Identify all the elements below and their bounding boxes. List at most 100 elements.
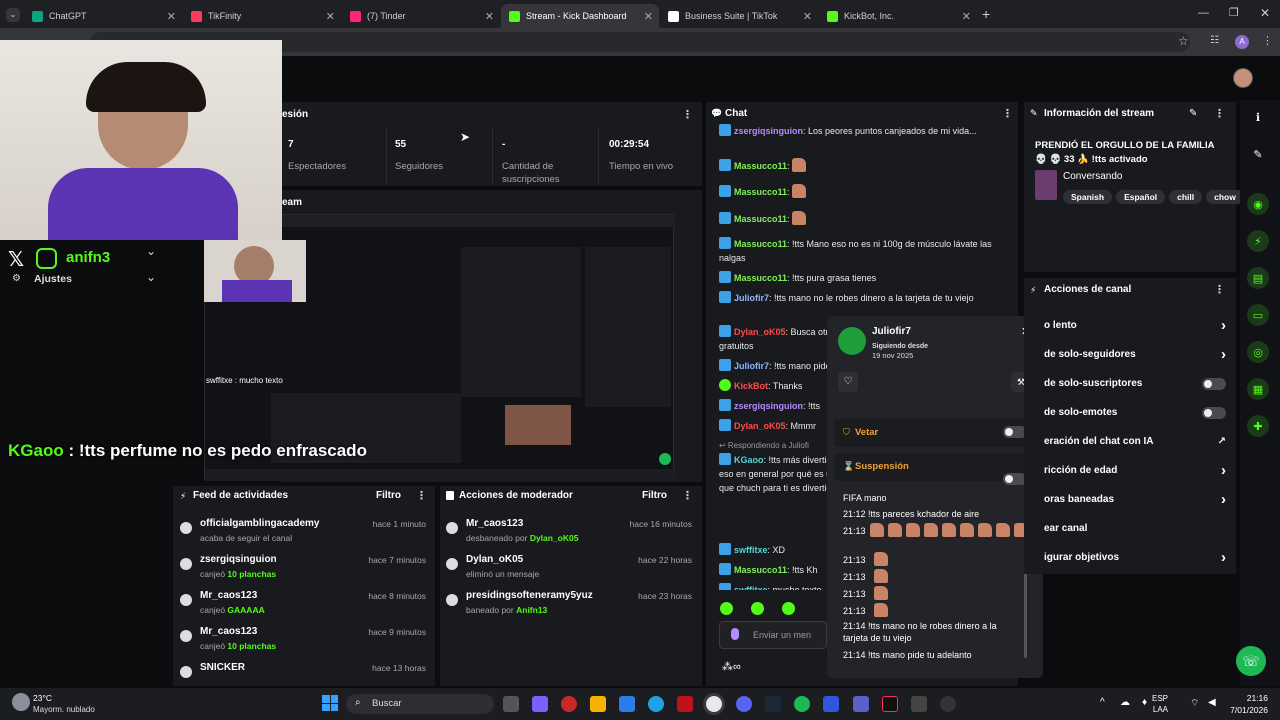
tab-close-icon[interactable]: ✕ (644, 10, 659, 23)
lightning-icon[interactable]: ⚡ (1247, 230, 1269, 252)
tab-close-icon[interactable]: ✕ (962, 10, 977, 23)
chat-icon[interactable]: ▭ (1247, 304, 1269, 326)
tab-close-icon[interactable]: ✕ (326, 10, 341, 23)
stats-menu-icon[interactable]: ⋮ (682, 108, 693, 121)
channel-action-item[interactable]: de solo-emotes (1044, 398, 1236, 427)
steam-icon[interactable] (765, 696, 781, 712)
camera-icon[interactable]: ◉ (1247, 193, 1269, 215)
chevron-right-icon[interactable]: › (1221, 346, 1226, 363)
tab-close-icon[interactable]: ✕ (485, 10, 500, 23)
chevron-down-icon[interactable]: ⌄ (146, 270, 156, 284)
browser-tab[interactable]: Stream - Kick Dashboard ✕ (501, 4, 659, 28)
app-icon[interactable] (911, 696, 927, 712)
browser-tab[interactable]: (7) Tinder ✕ (342, 4, 500, 28)
chat-username[interactable]: Juliofir7 (734, 361, 769, 371)
pencil-icon[interactable]: ✎ (1247, 143, 1269, 165)
obs-icon[interactable] (940, 696, 956, 712)
app-icon[interactable] (677, 696, 693, 712)
chat-username[interactable]: KGaoo (734, 455, 764, 465)
channel-action-toggle[interactable] (1202, 406, 1226, 419)
maximize-icon[interactable]: ❐ (1229, 6, 1239, 19)
chat-username[interactable]: zsergiqsinguion (734, 401, 803, 411)
mod-menu-icon[interactable]: ⋮ (682, 489, 693, 502)
chat-username[interactable]: swffitxe (734, 545, 768, 555)
stream-info-menu-icon[interactable]: ⋮ (1214, 107, 1225, 120)
emote-icon[interactable] (782, 602, 795, 615)
minimize-icon[interactable]: — (1198, 7, 1209, 19)
chat-username[interactable]: swffitxe (734, 585, 768, 590)
channel-action-item[interactable]: eración del chat con IA ↗ (1044, 427, 1236, 456)
browser-tab[interactable]: ChatGPT ✕ (24, 4, 182, 28)
task-view-icon[interactable] (503, 696, 519, 712)
tab-search-chevron-icon[interactable]: ⌄ (6, 8, 20, 22)
emote-icon[interactable] (720, 602, 733, 615)
chat-username[interactable]: Massucco11 (734, 273, 787, 283)
bookmark-star-icon[interactable]: ☆ (1178, 34, 1189, 48)
tab-close-icon[interactable]: ✕ (803, 10, 818, 23)
chat-username[interactable]: Dylan_oK05 (734, 421, 786, 431)
chat-username[interactable]: Massucco11 (734, 161, 787, 171)
profile-avatar[interactable]: A (1235, 35, 1249, 49)
spotify-icon[interactable] (794, 696, 810, 712)
chat-username[interactable]: KickBot (734, 381, 768, 391)
chat-username[interactable]: Dylan_oK05 (734, 327, 786, 337)
edge-icon[interactable] (648, 696, 664, 712)
copilot-icon[interactable] (532, 696, 548, 712)
emote-icon[interactable] (751, 602, 764, 615)
browser-tab[interactable]: Business Suite | TikTok ✕ (660, 4, 818, 28)
heart-icon[interactable]: ♡ (838, 372, 858, 392)
lang-top[interactable]: ESP (1138, 694, 1168, 703)
chevron-right-icon[interactable]: › (1221, 549, 1226, 566)
settings-label[interactable]: Ajustes (34, 273, 72, 285)
chat-username[interactable]: Massucco11 (734, 187, 787, 197)
channel-action-item[interactable]: igurar objetivos › (1044, 543, 1236, 572)
discord-icon[interactable] (736, 696, 752, 712)
file-explorer-icon[interactable] (590, 696, 606, 712)
channel-action-item[interactable]: ear canal (1044, 514, 1236, 543)
chat-username[interactable]: Massucco11 (734, 239, 787, 249)
teams-icon[interactable] (853, 696, 869, 712)
wifi-icon[interactable]: ⌔ (1190, 697, 1199, 710)
browser-menu-icon[interactable]: ⋮ (1262, 34, 1273, 47)
tiktok-icon[interactable] (882, 696, 898, 712)
wrench-icon[interactable]: ✚ (1247, 415, 1269, 437)
feed-menu-icon[interactable]: ⋮ (416, 489, 427, 502)
chat-username[interactable]: Massucco11 (734, 565, 787, 575)
channel-action-toggle[interactable] (1202, 377, 1226, 390)
broadcast-icon[interactable]: ◎ (1247, 341, 1269, 363)
channel-action-item[interactable]: oras baneadas › (1044, 485, 1236, 514)
chevron-up-icon[interactable]: ^ (1100, 697, 1105, 708)
chevron-down-icon[interactable]: ⌄ (146, 244, 156, 258)
channel-action-item[interactable]: o lento › (1044, 311, 1236, 340)
new-tab-plus-icon[interactable]: + (982, 6, 990, 22)
app-icon[interactable] (823, 696, 839, 712)
external-link-icon[interactable]: ↗ (1218, 436, 1226, 447)
clock-time[interactable]: 21:16 (1228, 693, 1268, 703)
chrome-icon[interactable] (706, 696, 722, 712)
mod-filter-button[interactable]: Filtro (642, 490, 667, 501)
channel-actions-menu-icon[interactable]: ⋮ (1214, 283, 1225, 296)
network-icon[interactable]: ☁ (1120, 697, 1130, 708)
chevron-right-icon[interactable]: › (1221, 462, 1226, 479)
browser-tab[interactable]: TikFinity ✕ (183, 4, 341, 28)
app-icon[interactable] (561, 696, 577, 712)
taskbar-search[interactable] (346, 694, 494, 714)
info-icon[interactable]: ℹ (1247, 106, 1269, 128)
browser-tab[interactable]: KickBot, Inc. ✕ (819, 4, 977, 28)
channel-action-item[interactable]: de solo-suscriptores (1044, 369, 1236, 398)
feed-filter-button[interactable]: Filtro (376, 490, 401, 501)
layout-icon[interactable]: ▦ (1247, 378, 1269, 400)
chat-username[interactable]: Massucco11 (734, 214, 787, 224)
lang-bottom[interactable]: LAA (1138, 705, 1168, 714)
infinity-icon[interactable]: ⁂∞ (722, 660, 741, 673)
edit-icon[interactable]: ✎ (1189, 108, 1197, 119)
mic-icon[interactable] (731, 628, 739, 640)
windows-start-icon[interactable] (322, 695, 338, 711)
tab-close-icon[interactable]: ✕ (167, 10, 182, 23)
user-avatar[interactable] (1233, 68, 1253, 88)
chat-username[interactable]: zsergiqsinguion (734, 126, 803, 136)
channel-action-item[interactable]: ricción de edad › (1044, 456, 1236, 485)
window-close-icon[interactable]: ✕ (1260, 6, 1270, 20)
chat-menu-icon[interactable]: ⋮ (1002, 107, 1013, 120)
chevron-right-icon[interactable]: › (1221, 317, 1226, 334)
